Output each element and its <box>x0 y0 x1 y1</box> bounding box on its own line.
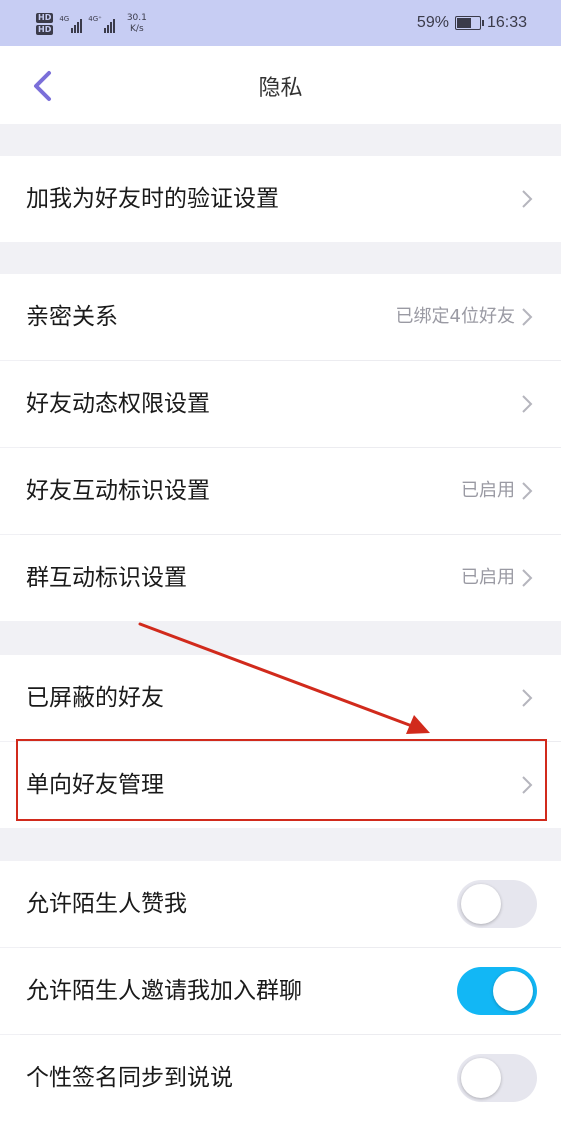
row-value: 已绑定4位好友 <box>395 306 515 327</box>
row-allow-stranger-group-invites: 允许陌生人邀请我加入群聊 <box>0 948 561 1034</box>
signal-label: 4G⁺ <box>88 15 102 23</box>
row-value: 已启用 <box>461 480 515 501</box>
signal-icon: 4G⁺ <box>88 15 115 33</box>
toggle-knob <box>461 884 501 924</box>
row-sync-signature: 个性签名同步到说说 <box>0 1035 561 1121</box>
chevron-right-icon <box>515 305 539 329</box>
chevron-right-icon <box>515 686 539 710</box>
chevron-right-icon <box>515 566 539 590</box>
row-blocked-friends[interactable]: 已屏蔽的好友 <box>0 655 561 741</box>
row-label: 单向好友管理 <box>26 772 164 798</box>
speed-unit: K/s <box>130 24 144 34</box>
row-label: 允许陌生人邀请我加入群聊 <box>26 978 302 1004</box>
row-one-way-friends[interactable]: 单向好友管理 <box>0 742 561 828</box>
row-label: 好友动态权限设置 <box>26 391 210 417</box>
status-bar: HD HD 4G 4G⁺ 30.1 K/s 59% 16:33 <box>0 0 561 46</box>
battery-icon <box>454 16 484 30</box>
row-label: 允许陌生人赞我 <box>26 891 187 917</box>
row-label: 已屏蔽的好友 <box>26 685 164 711</box>
status-left: HD HD 4G 4G⁺ 30.1 K/s <box>36 8 147 40</box>
nav-bar: 隐私 <box>0 46 561 124</box>
clock: 16:33 <box>486 14 527 31</box>
toggle-knob <box>493 971 533 1011</box>
row-friend-interaction-badges[interactable]: 好友互动标识设置 已启用 <box>0 448 561 534</box>
hd-indicators: HD HD <box>36 13 54 35</box>
toggle-knob <box>461 1058 501 1098</box>
row-label: 加我为好友时的验证设置 <box>26 186 279 212</box>
toggle-switch[interactable] <box>457 1054 537 1102</box>
row-value: 已启用 <box>461 567 515 588</box>
toggle-switch[interactable] <box>457 880 537 928</box>
chevron-right-icon <box>515 392 539 416</box>
row-label: 亲密关系 <box>26 304 118 330</box>
chevron-right-icon <box>515 479 539 503</box>
page-title: 隐私 <box>258 76 303 101</box>
hd-badge: HD <box>36 25 54 35</box>
row-allow-stranger-likes: 允许陌生人赞我 <box>0 861 561 947</box>
row-friend-verification[interactable]: 加我为好友时的验证设置 <box>0 156 561 242</box>
signal-label: 4G <box>59 15 70 23</box>
chevron-right-icon <box>515 773 539 797</box>
battery-percent: 59% <box>416 14 449 31</box>
row-intimate-relations[interactable]: 亲密关系 已绑定4位好友 <box>0 274 561 360</box>
speed-value: 30.1 <box>126 13 147 23</box>
chevron-right-icon <box>515 187 539 211</box>
status-right: 59% 16:33 <box>417 10 527 36</box>
network-speed: 30.1 K/s <box>127 13 147 35</box>
hd-badge: HD <box>36 13 54 23</box>
row-label: 群互动标识设置 <box>26 565 187 591</box>
signal-icon: 4G <box>59 15 83 33</box>
row-label: 个性签名同步到说说 <box>26 1065 233 1091</box>
toggle-switch[interactable] <box>457 967 537 1015</box>
row-feed-permissions[interactable]: 好友动态权限设置 <box>0 361 561 447</box>
row-group-interaction-badges[interactable]: 群互动标识设置 已启用 <box>0 535 561 621</box>
row-label: 好友互动标识设置 <box>26 478 210 504</box>
